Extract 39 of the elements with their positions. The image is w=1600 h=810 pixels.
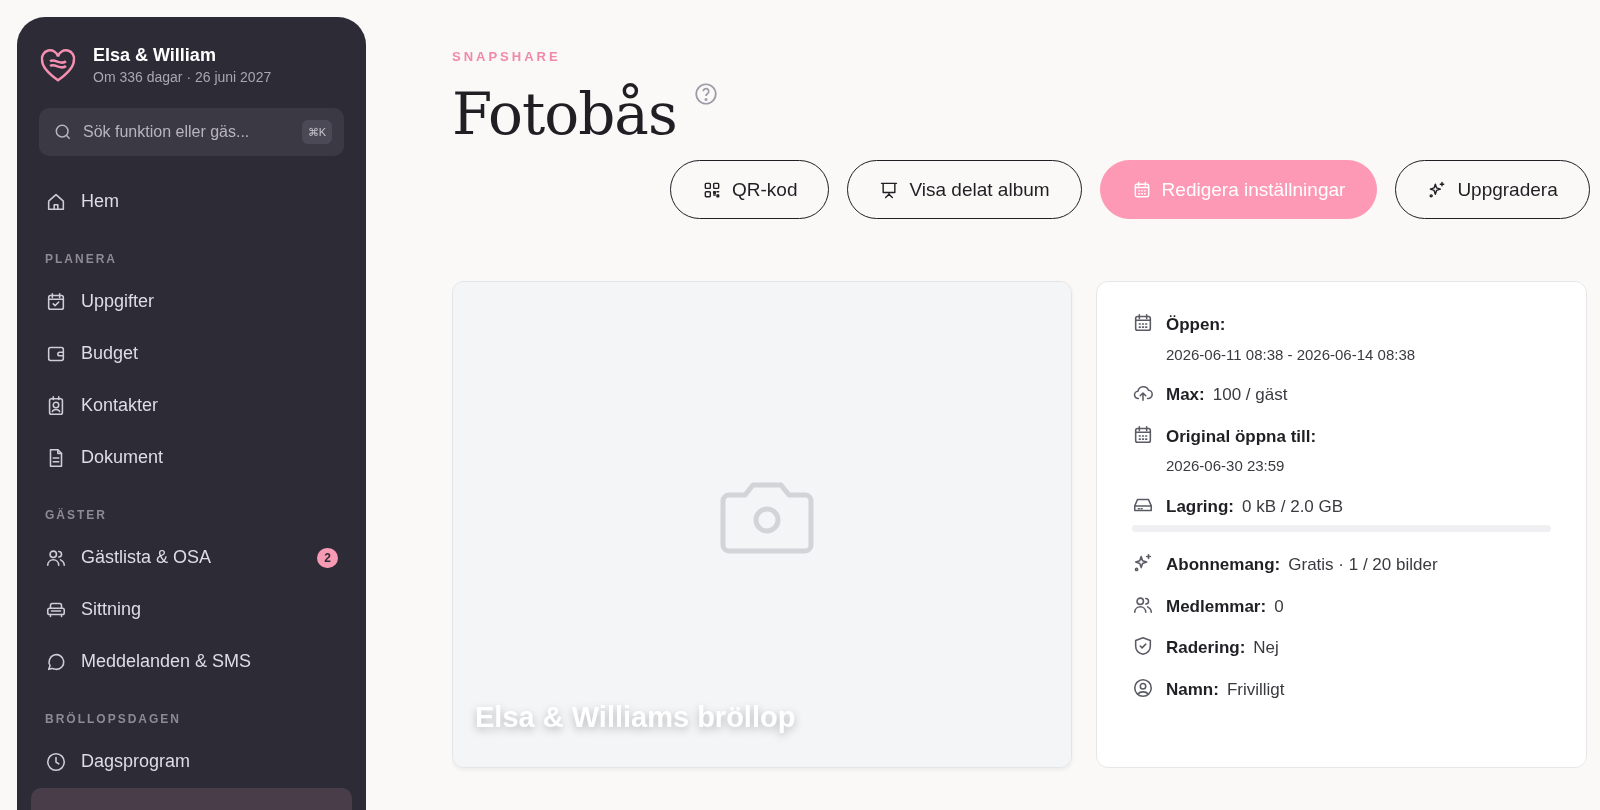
person-circle-icon (1132, 676, 1154, 699)
shield-check-icon (1132, 635, 1154, 658)
info-value: 0 kB / 2.0 GB (1242, 495, 1344, 518)
info-label: Öppen: (1166, 314, 1227, 337)
count-badge: 2 (317, 547, 338, 568)
info-value: 0 (1274, 595, 1284, 618)
section-heading: PLANERA (44, 250, 118, 268)
sidebar-item[interactable]: Hem (39, 175, 344, 228)
info-value: 100 / gäst (1212, 384, 1288, 407)
section-heading: GÄSTER (44, 506, 108, 524)
info-label: Lagring: (1166, 495, 1234, 518)
help-icon[interactable] (692, 80, 719, 107)
calendar-icon (1132, 423, 1154, 446)
sidebar-item[interactable]: Meddelanden & SMS (39, 635, 344, 688)
sidebar-item[interactable]: Gästlista & OSA 2 (39, 531, 344, 584)
sidebar-item[interactable]: Dokument (39, 431, 344, 484)
couple-name: Elsa & William (93, 45, 217, 67)
sidebar-item[interactable]: Uppgifter (39, 275, 344, 328)
page-title: Fotobås (452, 82, 677, 147)
section-heading: BRÖLLOPSDAGEN (44, 710, 182, 728)
info-label: Original öppna till: (1166, 425, 1317, 448)
info-label: Max: (1166, 384, 1205, 407)
info-label: Abonnemang: (1166, 554, 1281, 577)
info-value: 2026-06-30 23:59 (1166, 456, 1286, 477)
section-eyebrow: SNAPSHARE (452, 48, 562, 66)
info-label: Radering: (1166, 637, 1246, 660)
clock-icon (45, 750, 67, 773)
info-value: Nej (1253, 637, 1279, 660)
info-label: Namn: (1166, 678, 1219, 701)
info-label: Medlemmar: (1166, 595, 1267, 618)
sidebar-item[interactable]: Dagsprogram (39, 735, 344, 788)
sidebar-item[interactable]: Budget (39, 327, 344, 380)
sidebar-item[interactable]: Sittning (39, 583, 344, 636)
info-value: Frivilligt (1226, 678, 1285, 701)
info-value: Gratis · 1 / 20 bilder (1288, 554, 1438, 577)
wedding-countdown: Om 336 dagar · 26 juni 2027 (93, 67, 272, 87)
info-value: 2026-06-11 08:38 - 2026-06-14 08:38 (1166, 344, 1416, 365)
sidebar-item[interactable]: Kontakter (39, 379, 344, 432)
calendar-check-icon (45, 290, 67, 313)
